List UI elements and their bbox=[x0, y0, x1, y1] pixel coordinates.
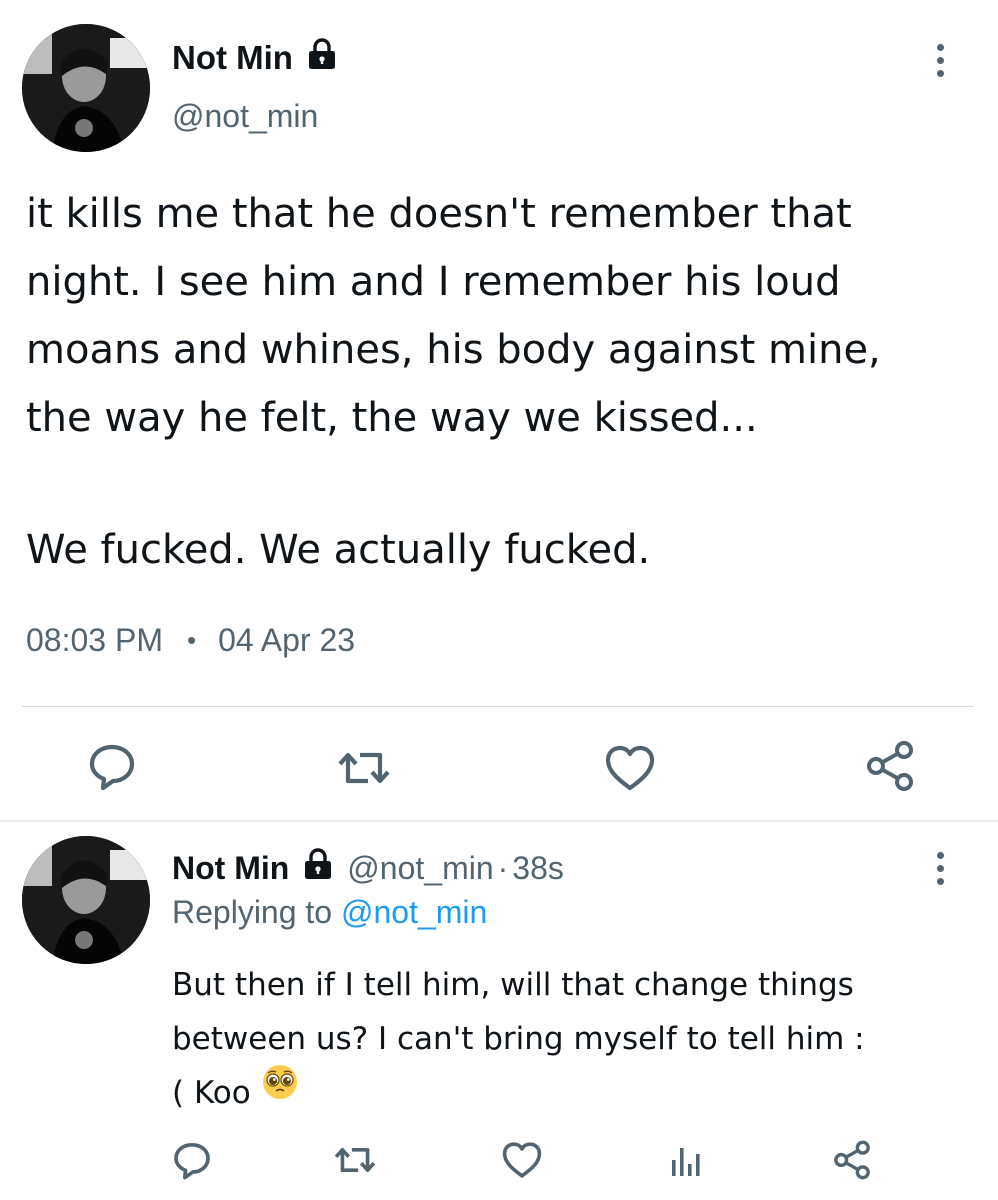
lock-icon bbox=[307, 38, 337, 78]
share-button[interactable] bbox=[830, 1138, 874, 1182]
divider bbox=[22, 706, 974, 707]
reply-text: But then if I tell him, will that change… bbox=[172, 958, 962, 1122]
retweet-button[interactable] bbox=[336, 740, 392, 796]
share-icon bbox=[867, 741, 913, 791]
like-button[interactable] bbox=[602, 740, 658, 796]
timestamp-separator: • bbox=[186, 625, 197, 655]
replying-to-label: Replying to bbox=[172, 894, 333, 930]
avatar-photo bbox=[22, 24, 150, 152]
more-options-icon[interactable] bbox=[935, 44, 945, 77]
analytics-button[interactable] bbox=[664, 1138, 708, 1182]
author-handle[interactable]: @not_min bbox=[172, 98, 318, 135]
divider bbox=[0, 820, 998, 822]
tweet-text-line: it kills me that he doesn't remember tha… bbox=[26, 191, 852, 237]
author-name[interactable]: Not Min bbox=[172, 39, 293, 77]
tweet-text-line: We fucked. We actually fucked. bbox=[26, 527, 651, 573]
retweet-button[interactable] bbox=[332, 1138, 378, 1182]
reply-header: Not Min @not_min · 38s bbox=[172, 848, 564, 888]
reply-author-handle[interactable]: @not_min bbox=[347, 850, 493, 887]
reply-author-avatar[interactable] bbox=[22, 836, 150, 964]
share-icon bbox=[834, 1140, 870, 1180]
reply-text-line: But then if I tell him, will that change… bbox=[172, 967, 854, 1003]
share-button[interactable] bbox=[862, 738, 918, 794]
like-icon bbox=[502, 1142, 542, 1178]
reply-button[interactable] bbox=[84, 738, 140, 794]
reply-author-name[interactable]: Not Min bbox=[172, 850, 289, 887]
tweet-text: it kills me that he doesn't remember tha… bbox=[26, 180, 976, 584]
analytics-icon bbox=[672, 1148, 700, 1176]
like-button[interactable] bbox=[500, 1138, 544, 1182]
tweet-text-line: the way he felt, the way we kissed... bbox=[26, 395, 758, 441]
pleading-face-emoji bbox=[261, 1063, 299, 1118]
reply-text-line-last: ( Koo bbox=[172, 1063, 962, 1122]
header-separator: · bbox=[497, 849, 509, 886]
retweet-icon bbox=[338, 752, 390, 784]
reply-text-line: between us? I can't bring myself to tell… bbox=[172, 1021, 865, 1057]
author-name-row[interactable]: Not Min bbox=[172, 38, 337, 78]
lock-icon bbox=[303, 848, 333, 888]
reply-text-line: ( Koo bbox=[172, 1075, 251, 1111]
avatar-photo bbox=[22, 836, 150, 964]
reply-button[interactable] bbox=[170, 1138, 214, 1182]
reply-icon bbox=[174, 1142, 210, 1180]
replying-to: Replying to @not_min bbox=[172, 894, 487, 931]
tweet-timestamp[interactable]: 08:03 PM • 04 Apr 23 bbox=[26, 622, 355, 659]
reply-icon bbox=[89, 744, 135, 791]
tweet-date: 04 Apr 23 bbox=[218, 622, 356, 658]
retweet-icon bbox=[334, 1147, 376, 1173]
replying-to-mention[interactable]: @not_min bbox=[341, 894, 487, 930]
tweet-text-line: moans and whines, his body against mine, bbox=[26, 327, 881, 373]
tweet-time: 08:03 PM bbox=[26, 622, 163, 658]
tweet-text-line: night. I see him and I remember his loud bbox=[26, 259, 841, 305]
like-icon bbox=[605, 745, 655, 791]
author-avatar[interactable] bbox=[22, 24, 150, 152]
reply-time[interactable]: 38s bbox=[512, 850, 564, 887]
more-options-icon[interactable] bbox=[935, 852, 945, 885]
